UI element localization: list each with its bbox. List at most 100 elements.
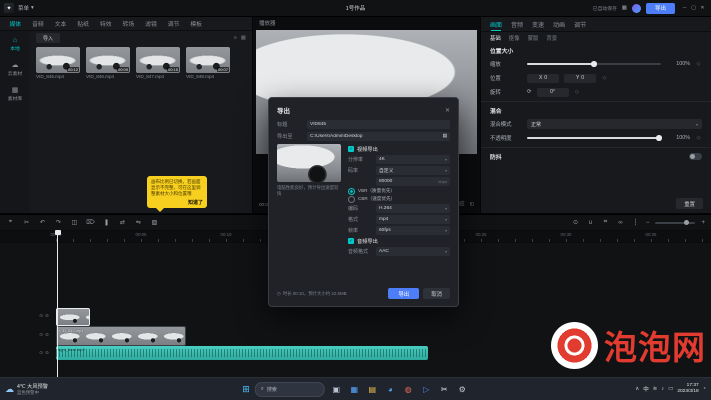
keyframe-icon[interactable]: ◇ (695, 135, 702, 141)
track-lock-icon[interactable]: ⊘ (45, 350, 49, 356)
subtab-background[interactable]: 背景 (546, 34, 557, 42)
opacity-slider[interactable] (527, 137, 661, 139)
layout-switch-icon[interactable]: ▦ (622, 5, 627, 11)
rotate-field[interactable]: 0° (537, 88, 569, 97)
timeline-zoom-slider[interactable] (655, 222, 695, 224)
tooltip-confirm-button[interactable]: 知道了 (188, 199, 203, 206)
track-lock-icon[interactable]: ⊘ (45, 332, 49, 338)
tab-templates[interactable]: 模板 (185, 19, 208, 28)
subtab-basic[interactable]: 基础 (490, 34, 501, 42)
maximize-button[interactable]: ▢ (689, 5, 698, 11)
sidebar-item-cloud[interactable]: ☁ 云素材 (8, 61, 22, 77)
fullscreen-icon[interactable]: ◱ (470, 201, 474, 207)
audio-format-select[interactable]: AAC ▾ (376, 247, 450, 256)
track-mute-icon[interactable]: ⊙ (39, 313, 43, 319)
export-path-input[interactable]: C:\Users\Admin\Desktop ▤ (307, 132, 450, 141)
export-name-input[interactable]: VID845 (307, 120, 450, 129)
stabilize-toggle[interactable] (689, 153, 702, 160)
track-lock-icon[interactable]: ⊘ (45, 313, 49, 319)
tab-text[interactable]: 文本 (49, 19, 72, 28)
cbr-radio[interactable]: CBR（速度优先） (348, 195, 450, 203)
minimize-button[interactable]: ─ (680, 5, 689, 11)
tab-animation[interactable]: 动画 (553, 17, 565, 31)
tab-speed[interactable]: 变速 (532, 17, 544, 31)
undo-icon[interactable]: ↶ (38, 219, 47, 226)
volume-icon[interactable]: ♪ (661, 386, 664, 392)
audio-export-toggle[interactable]: ✓ 音频导出 (348, 236, 450, 246)
media-clip-thumb[interactable]: 00:07 VID_848.mp4 (186, 47, 230, 79)
subtab-mask[interactable]: 蒙版 (528, 34, 539, 42)
record-audio-icon[interactable]: ⊙ (571, 219, 580, 226)
clock[interactable]: 17:37 2023/3/18 (677, 383, 698, 395)
dialog-close-icon[interactable]: ✕ (445, 107, 450, 114)
tab-adjust[interactable]: 调节 (162, 19, 185, 28)
capcut-icon[interactable]: ✂ (438, 383, 451, 396)
tab-picture[interactable]: 画面 (490, 17, 502, 31)
media-clip-thumb[interactable]: 00:15 VID_847.mp4 (136, 47, 180, 79)
settings-icon[interactable]: ⚙ (456, 383, 469, 396)
battery-icon[interactable]: ▭ (668, 386, 673, 392)
search-box[interactable]: ⌕ 搜索 (255, 382, 325, 397)
video-export-toggle[interactable]: ✓ 视频导出 (348, 144, 450, 154)
sidebar-item-local[interactable]: ⌂ 本地 (10, 37, 20, 52)
edge-icon[interactable]: ◕ (384, 383, 397, 396)
weather-widget[interactable]: ☁ 4℃ 大风预警 蓝色预警中 (0, 383, 53, 396)
keyframe-icon[interactable]: ◇ (601, 75, 608, 81)
vbr-radio[interactable]: VBR（质量优先） (348, 187, 450, 195)
auto-snap-icon[interactable]: ⌗ (601, 219, 610, 226)
track-mute-icon[interactable]: ⊙ (39, 332, 43, 338)
avatar[interactable] (632, 4, 641, 13)
store-icon[interactable]: ▷ (420, 383, 433, 396)
link-clips-icon[interactable]: ∞ (616, 220, 625, 226)
folder-icon[interactable]: ▤ (442, 134, 447, 139)
tab-audio[interactable]: 音频 (27, 19, 50, 28)
chrome-icon[interactable]: ◍ (402, 383, 415, 396)
crop-icon[interactable]: ▧ (150, 219, 159, 226)
sidebar-item-library[interactable]: ▦ 素材库 (8, 86, 22, 102)
split-icon[interactable]: ◫ (70, 219, 79, 226)
file-explorer-icon[interactable]: ▤ (366, 383, 379, 396)
tab-transitions[interactable]: 转场 (117, 19, 140, 28)
tab-adjust-props[interactable]: 调节 (574, 17, 586, 31)
reset-button[interactable]: 重置 (676, 198, 703, 209)
select-tool-icon[interactable]: ⌖ (6, 219, 15, 226)
fps-select[interactable]: 60fps ▾ (376, 226, 450, 235)
media-clip-thumb[interactable]: 00:12 VID_845.mp4 (36, 47, 80, 79)
preview-axis-icon[interactable]: ┆ (631, 219, 640, 226)
tab-effects[interactable]: 特效 (94, 19, 117, 28)
menu-button[interactable]: 菜单 ▾ (18, 4, 34, 12)
blend-mode-select[interactable]: 正常 ▾ (527, 119, 702, 129)
import-button[interactable]: 导入 (36, 33, 60, 43)
tab-filters[interactable]: 滤镜 (140, 19, 163, 28)
export-cancel-button[interactable]: 取消 (423, 288, 450, 299)
ime-indicator[interactable]: 中 (643, 385, 649, 393)
playhead[interactable] (57, 230, 58, 377)
position-y-field[interactable]: Y 0 (564, 74, 596, 83)
start-button[interactable]: ⊞ (242, 384, 250, 395)
bitrate-select[interactable]: 自定义 ▾ (376, 166, 450, 175)
keyframe-icon[interactable]: ◇ (574, 89, 581, 95)
resolution-select[interactable]: 4K ▾ (376, 155, 450, 164)
cut-tool-icon[interactable]: ✂ (22, 219, 31, 226)
video-clip-main[interactable]: VID_845.mp4 (56, 326, 186, 346)
tab-media[interactable]: 媒体 (4, 19, 27, 28)
network-icon[interactable]: ≋ (653, 386, 658, 392)
scale-slider[interactable] (527, 63, 661, 65)
sort-icon[interactable]: ≡ (234, 35, 237, 41)
rotate-knob-icon[interactable]: ⟳ (527, 89, 532, 95)
tray-expand-icon[interactable]: ∧ (635, 386, 639, 392)
redo-icon[interactable]: ↷ (54, 219, 63, 226)
keyframe-icon[interactable]: ◇ (695, 61, 702, 67)
position-x-field[interactable]: X 0 (527, 74, 559, 83)
export-button[interactable]: 导出 (646, 3, 675, 14)
subtab-cutout[interactable]: 抠像 (509, 34, 520, 42)
reverse-icon[interactable]: ⇄ (118, 219, 127, 226)
tab-sticker[interactable]: 贴纸 (72, 19, 95, 28)
media-clip-thumb[interactable]: 00:09 VID_846.mp4 (86, 47, 130, 79)
delete-icon[interactable]: ⌦ (86, 219, 95, 226)
task-view-icon[interactable]: ▣ (330, 383, 343, 396)
grid-view-icon[interactable]: ▦ (241, 35, 246, 41)
zoom-in-icon[interactable]: + (701, 220, 705, 226)
codec-select[interactable]: H.264 ▾ (376, 204, 450, 213)
zoom-out-icon[interactable]: − (646, 220, 650, 226)
